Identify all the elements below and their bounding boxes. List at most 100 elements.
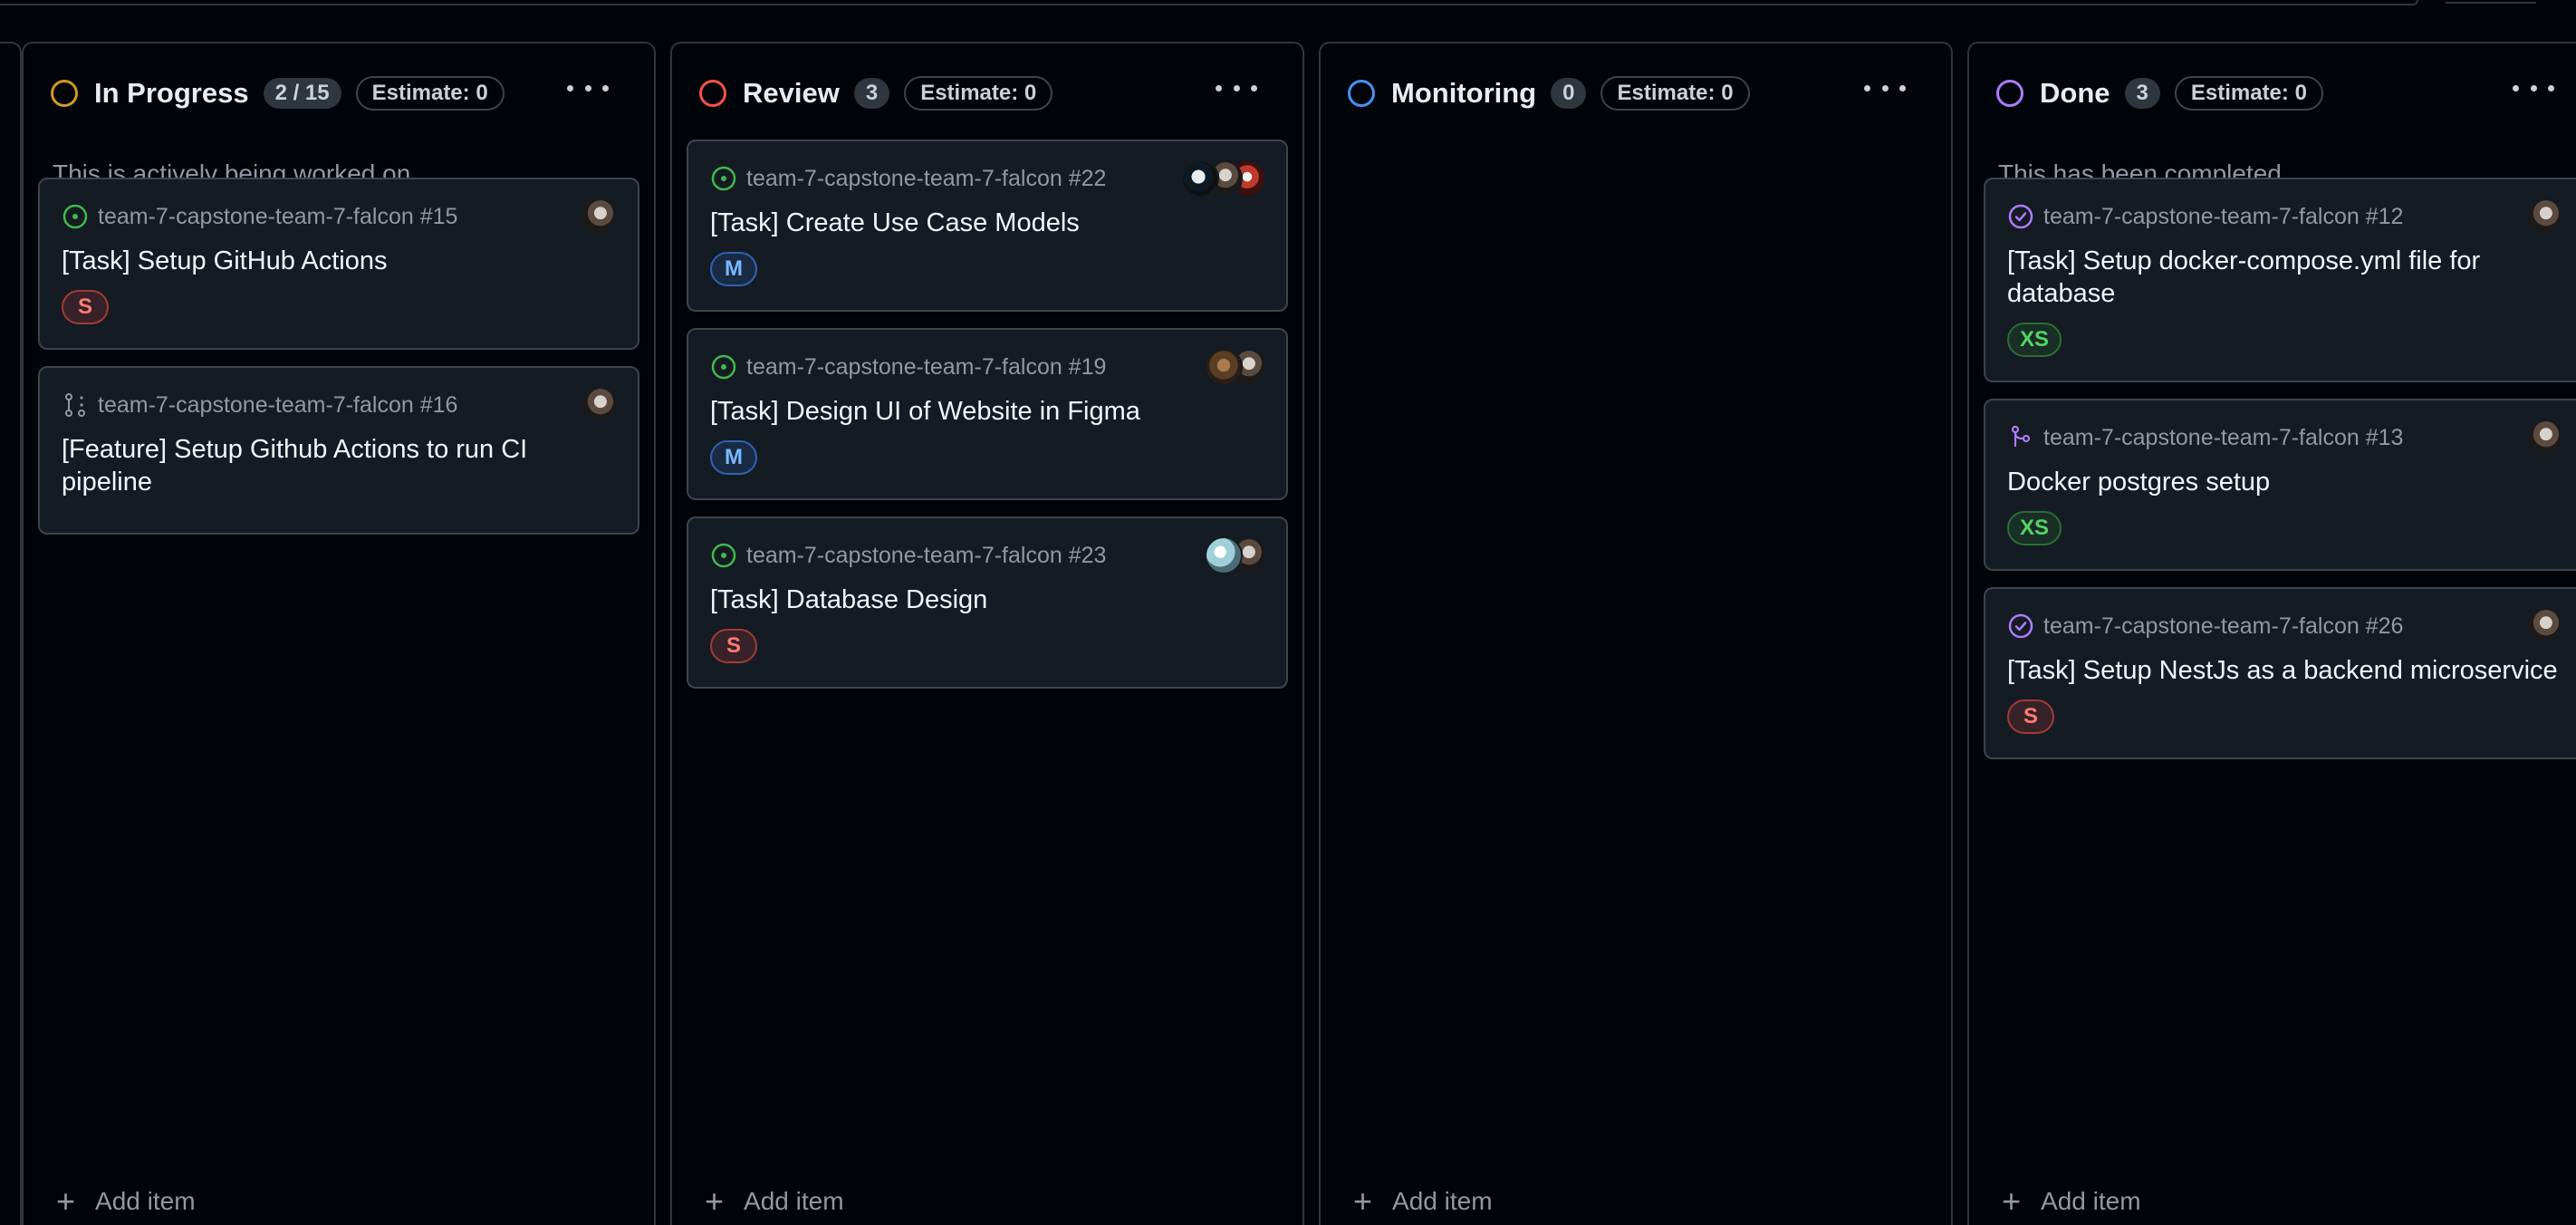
plus-icon: + <box>56 1182 76 1220</box>
card-meta: team-7-capstone-team-7-falcon #16 <box>62 390 457 420</box>
card[interactable]: team-7-capstone-team-7-falcon #15 [Task]… <box>38 178 639 350</box>
avatar[interactable] <box>1205 348 1243 386</box>
card-title[interactable]: [Task] Create Use Case Models <box>710 207 1272 239</box>
item-count-badge: 0 <box>1551 78 1587 109</box>
column-monitoring: Monitoring 0 Estimate: 0 + Add item <box>1319 42 1953 1225</box>
avatar[interactable] <box>580 198 618 236</box>
assignees <box>1205 348 1266 386</box>
add-item-button[interactable]: + Add item <box>2002 1183 2141 1220</box>
project-board: In Progress 2 / 15 Estimate: 0 This is a… <box>0 0 2576 1225</box>
card-title[interactable]: [Task] Design UI of Website in Figma <box>710 395 1272 428</box>
assignees <box>2525 419 2563 457</box>
estimate-badge: Estimate: 0 <box>904 76 1053 111</box>
card-repo-ref[interactable]: team-7-capstone-team-7-falcon #13 <box>2043 425 2403 451</box>
card-repo-ref[interactable]: team-7-capstone-team-7-falcon #19 <box>746 354 1106 381</box>
size-label: XS <box>2007 323 2062 357</box>
add-item-label: Add item <box>2041 1187 2141 1215</box>
card[interactable]: team-7-capstone-team-7-falcon #16 [Featu… <box>38 366 639 535</box>
status-circle-icon <box>1996 80 2023 107</box>
issue-closed-icon <box>2008 204 2033 229</box>
card-repo-ref[interactable]: team-7-capstone-team-7-falcon #12 <box>2043 204 2403 230</box>
column-review: Review 3 Estimate: 0 team-7-capstone-tea… <box>670 42 1304 1225</box>
assignees <box>580 198 618 236</box>
card-repo-ref[interactable]: team-7-capstone-team-7-falcon #23 <box>746 543 1106 569</box>
item-count-badge: 3 <box>853 78 890 109</box>
add-item-button[interactable]: + Add item <box>705 1183 844 1220</box>
card-meta: team-7-capstone-team-7-falcon #22 <box>710 163 1106 194</box>
card[interactable]: team-7-capstone-team-7-falcon #22 [Task]… <box>687 140 1288 312</box>
column-done: Done 3 Estimate: 0 This has been complet… <box>1967 42 2576 1225</box>
card-title[interactable]: Docker postgres setup <box>2007 466 2569 498</box>
card-title[interactable]: [Task] Setup NestJs as a backend microse… <box>2007 654 2569 687</box>
card-repo-ref[interactable]: team-7-capstone-team-7-falcon #26 <box>2043 613 2403 640</box>
card-meta: team-7-capstone-team-7-falcon #26 <box>2007 611 2403 641</box>
toolbar-button-edge <box>2446 0 2536 4</box>
card[interactable]: team-7-capstone-team-7-falcon #26 [Task]… <box>1984 587 2576 759</box>
issue-open-icon <box>62 204 88 229</box>
column-header: In Progress 2 / 15 Estimate: 0 <box>51 71 505 116</box>
status-circle-icon <box>51 80 78 107</box>
status-circle-icon <box>1348 80 1375 107</box>
column-menu-button[interactable] <box>1216 74 1257 101</box>
card-meta: team-7-capstone-team-7-falcon #15 <box>62 201 457 232</box>
add-item-label: Add item <box>95 1187 196 1215</box>
column-menu-button[interactable] <box>1864 74 1906 101</box>
card-repo-ref[interactable]: team-7-capstone-team-7-falcon #22 <box>746 166 1106 192</box>
avatar[interactable] <box>1205 536 1243 574</box>
column-menu-button[interactable] <box>2513 74 2554 101</box>
estimate-badge: Estimate: 0 <box>355 76 505 111</box>
filter-bar-edge <box>0 0 2418 5</box>
size-label: S <box>710 629 757 663</box>
assignees <box>1181 159 1266 198</box>
size-label: S <box>2007 699 2054 734</box>
pull-request-draft-icon <box>65 393 85 417</box>
previous-column-edge <box>0 42 22 1225</box>
issue-open-icon <box>711 543 736 568</box>
add-item-button[interactable]: + Add item <box>1353 1183 1493 1220</box>
issue-open-icon <box>711 166 736 191</box>
avatar[interactable] <box>2525 198 2563 236</box>
card-repo-ref[interactable]: team-7-capstone-team-7-falcon #15 <box>98 204 457 230</box>
column-in-progress: In Progress 2 / 15 Estimate: 0 This is a… <box>22 42 656 1225</box>
plus-icon: + <box>1353 1182 1373 1220</box>
card-meta: team-7-capstone-team-7-falcon #12 <box>2007 201 2403 232</box>
card-title[interactable]: [Task] Database Design <box>710 584 1272 616</box>
avatar[interactable] <box>2525 419 2563 457</box>
issue-open-icon <box>711 354 736 380</box>
assignees <box>1205 536 1266 574</box>
add-item-label: Add item <box>744 1187 844 1215</box>
column-header: Review 3 Estimate: 0 <box>699 71 1053 116</box>
item-count-badge: 3 <box>2124 78 2160 109</box>
size-label: S <box>62 290 109 324</box>
status-circle-icon <box>699 80 726 107</box>
size-label: M <box>710 252 757 286</box>
avatar[interactable] <box>1181 159 1219 198</box>
card[interactable]: team-7-capstone-team-7-falcon #23 [Task]… <box>687 516 1288 689</box>
column-title: In Progress <box>94 77 249 109</box>
assignees <box>580 386 618 424</box>
avatar[interactable] <box>2525 607 2563 645</box>
avatar[interactable] <box>580 386 618 424</box>
add-item-button[interactable]: + Add item <box>56 1183 196 1220</box>
card[interactable]: team-7-capstone-team-7-falcon #12 [Task]… <box>1984 178 2576 382</box>
item-count-badge: 2 / 15 <box>263 78 341 109</box>
assignees <box>2525 607 2563 645</box>
size-label: M <box>710 440 757 475</box>
card[interactable]: team-7-capstone-team-7-falcon #19 [Task]… <box>687 328 1288 500</box>
card-title[interactable]: [Task] Setup GitHub Actions <box>62 245 623 277</box>
card-title[interactable]: [Task] Setup docker-compose.yml file for… <box>2007 245 2569 310</box>
assignees <box>2525 198 2563 236</box>
issue-closed-icon <box>2008 613 2033 639</box>
add-item-label: Add item <box>1392 1187 1493 1215</box>
estimate-badge: Estimate: 0 <box>1600 76 1750 111</box>
card-repo-ref[interactable]: team-7-capstone-team-7-falcon #16 <box>98 392 457 419</box>
size-label: XS <box>2007 511 2062 545</box>
column-title: Monitoring <box>1391 77 1537 109</box>
card-meta: team-7-capstone-team-7-falcon #19 <box>710 352 1106 382</box>
card-title[interactable]: [Feature] Setup Github Actions to run CI… <box>62 433 623 498</box>
card-meta: team-7-capstone-team-7-falcon #13 <box>2007 422 2403 453</box>
estimate-badge: Estimate: 0 <box>2174 76 2323 111</box>
card-meta: team-7-capstone-team-7-falcon #23 <box>710 540 1106 571</box>
card[interactable]: team-7-capstone-team-7-falcon #13 Docker… <box>1984 399 2576 571</box>
column-menu-button[interactable] <box>567 74 609 101</box>
